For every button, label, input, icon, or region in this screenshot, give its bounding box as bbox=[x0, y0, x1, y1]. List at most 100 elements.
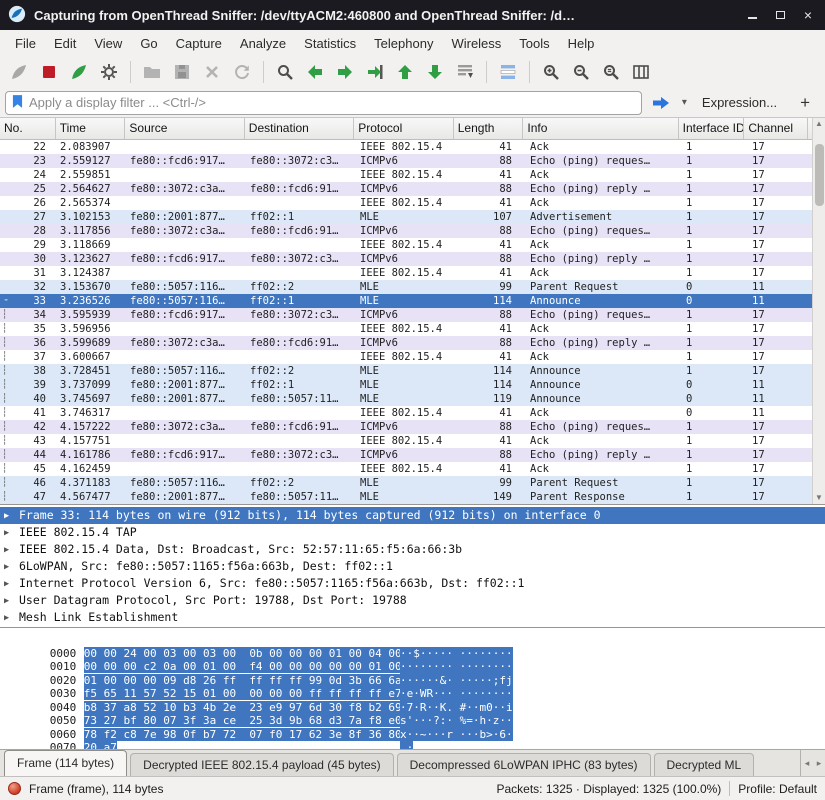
bytes-pane-tab[interactable]: Decrypted ML bbox=[654, 753, 755, 776]
packet-row[interactable]: 23 2.559127 fe80::fcd6:917… fe80::3072:c… bbox=[0, 154, 812, 168]
menu-item[interactable]: Go bbox=[131, 33, 166, 54]
filter-history-caret-icon[interactable]: ▾ bbox=[680, 97, 689, 108]
hex-line[interactable]: 002001 00 00 00 09 d8 26 ff ff ff ff 99 … bbox=[0, 660, 825, 674]
menu-item[interactable]: Telephony bbox=[365, 33, 442, 54]
menu-item[interactable]: Tools bbox=[510, 33, 558, 54]
packet-row[interactable]: 30 3.123627 fe80::fcd6:917… fe80::3072:c… bbox=[0, 252, 812, 266]
packet-row[interactable]: ┆44 4.161786 fe80::fcd6:917… fe80::3072:… bbox=[0, 448, 812, 462]
maximize-icon[interactable] bbox=[771, 7, 789, 23]
packet-row[interactable]: ┆39 3.737099 fe80::2001:877… ff02::1 MLE… bbox=[0, 378, 812, 392]
packet-row[interactable]: 27 3.102153 fe80::2001:877… ff02::1 MLE … bbox=[0, 210, 812, 224]
hex-line[interactable]: 0030f5 65 11 57 52 15 01 00 00 00 00 ff … bbox=[0, 674, 825, 688]
expand-arrow-icon[interactable]: ▶ bbox=[4, 610, 19, 626]
expand-arrow-icon[interactable]: ▶ bbox=[4, 559, 19, 575]
bookmark-icon[interactable] bbox=[12, 94, 23, 112]
tab-scroll-control[interactable]: ◂ ▸ bbox=[800, 750, 825, 776]
detail-line[interactable]: ▶6LoWPAN, Src: fe80::5057:1165:f56a:663b… bbox=[0, 558, 825, 575]
packet-row[interactable]: 22 2.083907 IEEE 802.15.4 41 Ack 1 17 bbox=[0, 140, 812, 154]
apply-filter-button[interactable] bbox=[647, 91, 675, 115]
column-header[interactable]: Channel bbox=[744, 118, 808, 139]
packet-row[interactable]: ┆47 4.567477 fe80::2001:877… fe80::5057:… bbox=[0, 490, 812, 504]
packet-list-scrollbar[interactable]: ▲ ▼ bbox=[812, 118, 825, 504]
hex-ascii[interactable]: · bbox=[400, 741, 413, 749]
detail-line[interactable]: ▶IEEE 802.15.4 Data, Dst: Broadcast, Src… bbox=[0, 541, 825, 558]
menu-item[interactable]: Wireless bbox=[442, 33, 510, 54]
zoom-in-icon[interactable] bbox=[537, 59, 565, 85]
minimize-icon[interactable] bbox=[743, 7, 761, 23]
colorize-icon[interactable] bbox=[494, 59, 522, 85]
packet-row[interactable]: 25 2.564627 fe80::3072:c3a… fe80::fcd6:9… bbox=[0, 182, 812, 196]
packet-row[interactable]: ┆38 3.728451 fe80::5057:116… ff02::2 MLE… bbox=[0, 364, 812, 378]
tab-scroll-right-icon[interactable]: ▸ bbox=[813, 758, 825, 769]
packet-row[interactable]: ┆37 3.600667 IEEE 802.15.4 41 Ack 1 17 bbox=[0, 350, 812, 364]
bytes-pane-tab[interactable]: Decompressed 6LoWPAN IPHC (83 bytes) bbox=[397, 753, 651, 776]
packet-row[interactable]: ┆34 3.595939 fe80::fcd6:917… fe80::3072:… bbox=[0, 308, 812, 322]
scrollbar-up-icon[interactable]: ▲ bbox=[813, 118, 825, 130]
expression-button[interactable]: Expression... bbox=[694, 95, 785, 110]
detail-line[interactable]: ▶Frame 33: 114 bytes on wire (912 bits),… bbox=[0, 507, 825, 524]
hex-line[interactable]: 006078 f2 c8 7e 98 0f b7 72 07 f0 17 62 … bbox=[0, 714, 825, 728]
packet-row[interactable]: 31 3.124387 IEEE 802.15.4 41 Ack 1 17 bbox=[0, 266, 812, 280]
packet-row[interactable]: ┆35 3.596956 IEEE 802.15.4 41 Ack 1 17 bbox=[0, 322, 812, 336]
packet-row[interactable]: 24 2.559851 IEEE 802.15.4 41 Ack 1 17 bbox=[0, 168, 812, 182]
go-back-icon[interactable] bbox=[301, 59, 329, 85]
column-header[interactable]: Protocol bbox=[354, 118, 454, 139]
stop-capture-icon[interactable] bbox=[35, 59, 63, 85]
packet-row[interactable]: ┆43 4.157751 IEEE 802.15.4 41 Ack 1 17 bbox=[0, 434, 812, 448]
column-header[interactable]: Time bbox=[56, 118, 126, 139]
column-header[interactable]: Destination bbox=[245, 118, 354, 139]
zoom-original-icon[interactable] bbox=[597, 59, 625, 85]
go-to-packet-icon[interactable] bbox=[361, 59, 389, 85]
menu-item[interactable]: View bbox=[85, 33, 131, 54]
menu-item[interactable]: Analyze bbox=[231, 33, 295, 54]
packet-row[interactable]: ┆42 4.157222 fe80::3072:c3a… fe80::fcd6:… bbox=[0, 420, 812, 434]
hex-line[interactable]: 0040b8 37 a8 52 10 b3 4b 2e 23 e9 97 6d … bbox=[0, 687, 825, 701]
packet-row[interactable]: ╶33 3.236526 fe80::5057:116… ff02::1 MLE… bbox=[0, 294, 812, 308]
packet-row[interactable]: ┆46 4.371183 fe80::5057:116… ff02::2 MLE… bbox=[0, 476, 812, 490]
menu-item[interactable]: Capture bbox=[167, 33, 231, 54]
menu-item[interactable]: Edit bbox=[45, 33, 85, 54]
packet-row[interactable]: ┆41 3.746317 IEEE 802.15.4 41 Ack 0 11 bbox=[0, 406, 812, 420]
packet-row[interactable]: 32 3.153670 fe80::5057:116… ff02::2 MLE … bbox=[0, 280, 812, 294]
column-header[interactable]: Length bbox=[454, 118, 524, 139]
hex-line[interactable]: 007020 a7 · bbox=[0, 728, 825, 742]
detail-line[interactable]: ▶User Datagram Protocol, Src Port: 19788… bbox=[0, 592, 825, 609]
expand-arrow-icon[interactable]: ▶ bbox=[4, 593, 19, 609]
detail-line[interactable]: ▶IEEE 802.15.4 TAP bbox=[0, 524, 825, 541]
tab-scroll-left-icon[interactable]: ◂ bbox=[801, 758, 813, 769]
packet-row[interactable]: ┆45 4.162459 IEEE 802.15.4 41 Ack 1 17 bbox=[0, 462, 812, 476]
expand-arrow-icon[interactable]: ▶ bbox=[4, 525, 19, 541]
column-header[interactable]: Interface ID bbox=[679, 118, 745, 139]
status-profile[interactable]: Profile: Default bbox=[738, 782, 817, 796]
restart-capture-icon[interactable] bbox=[65, 59, 93, 85]
hex-line[interactable]: 000000 00 24 00 03 00 03 00 0b 00 00 00 … bbox=[0, 633, 825, 647]
menu-item[interactable]: Help bbox=[559, 33, 604, 54]
hex-bytes[interactable]: 20 a7 bbox=[84, 741, 117, 749]
scrollbar-down-icon[interactable]: ▼ bbox=[813, 492, 825, 504]
capture-options-icon[interactable] bbox=[95, 59, 123, 85]
expert-info-icon[interactable] bbox=[8, 782, 21, 795]
packet-row[interactable]: 29 3.118669 IEEE 802.15.4 41 Ack 1 17 bbox=[0, 238, 812, 252]
packet-row[interactable]: 28 3.117856 fe80::3072:c3a… fe80::fcd6:9… bbox=[0, 224, 812, 238]
column-header[interactable]: No. bbox=[0, 118, 56, 139]
hex-line[interactable]: 001000 00 00 c2 0a 00 01 00 f4 00 00 00 … bbox=[0, 647, 825, 661]
go-first-icon[interactable] bbox=[391, 59, 419, 85]
expand-arrow-icon[interactable]: ▶ bbox=[4, 576, 19, 592]
expand-arrow-icon[interactable]: ▶ bbox=[4, 542, 19, 558]
detail-line[interactable]: ▶Internet Protocol Version 6, Src: fe80:… bbox=[0, 575, 825, 592]
add-filter-button[interactable]: + bbox=[790, 93, 820, 113]
bytes-pane-tab[interactable]: Decrypted IEEE 802.15.4 payload (45 byte… bbox=[130, 753, 393, 776]
packet-row[interactable]: ┆36 3.599689 fe80::3072:c3a… fe80::fcd6:… bbox=[0, 336, 812, 350]
scrollbar-thumb[interactable] bbox=[815, 144, 824, 206]
display-filter-input[interactable]: Apply a display filter ... <Ctrl-/> bbox=[5, 91, 642, 115]
menu-item[interactable]: File bbox=[6, 33, 45, 54]
close-icon[interactable]: × bbox=[799, 7, 817, 23]
auto-scroll-icon[interactable] bbox=[451, 59, 479, 85]
detail-line[interactable]: ▶Mesh Link Establishment bbox=[0, 609, 825, 626]
bytes-pane-tab[interactable]: Frame (114 bytes) bbox=[4, 750, 127, 776]
packet-row[interactable]: ┆40 3.745697 fe80::2001:877… fe80::5057:… bbox=[0, 392, 812, 406]
column-header[interactable]: Info bbox=[523, 118, 678, 139]
expand-arrow-icon[interactable]: ▶ bbox=[4, 508, 19, 524]
hex-line[interactable]: 005073 27 bf 80 07 3f 3a ce 25 3d 9b 68 … bbox=[0, 701, 825, 715]
packet-row[interactable]: 26 2.565374 IEEE 802.15.4 41 Ack 1 17 bbox=[0, 196, 812, 210]
